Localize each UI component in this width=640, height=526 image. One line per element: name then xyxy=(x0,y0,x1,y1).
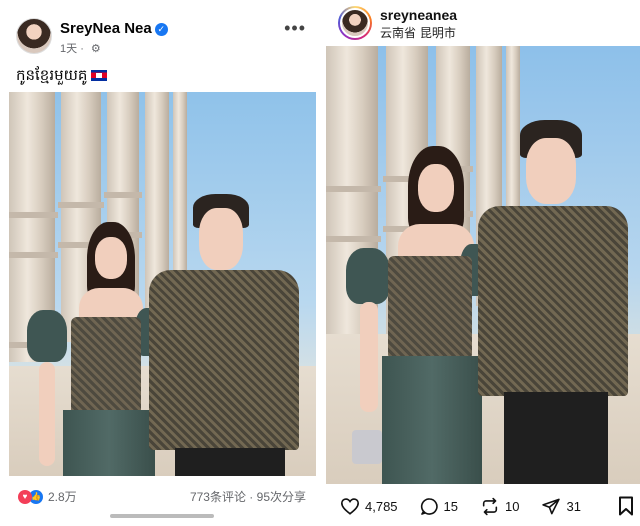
post-photo[interactable] xyxy=(326,46,640,484)
author-name[interactable]: SreyNea Nea ✓ xyxy=(60,20,168,37)
man-face xyxy=(199,208,243,270)
post-caption: កូនខ្មែរមួយគូ xyxy=(16,66,108,88)
man-shirt xyxy=(149,270,299,450)
repost-icon xyxy=(482,497,498,515)
woman-face xyxy=(95,237,127,279)
comment-bubble-icon xyxy=(420,497,438,515)
post-location[interactable]: 云南省 昆明市 xyxy=(380,24,456,41)
woman-face xyxy=(418,164,454,212)
facebook-post: SreyNea Nea ✓ 1天 · ⚙ ••• កូនខ្មែរមួយគូ ♥… xyxy=(0,0,322,526)
like-button[interactable]: 4,785 xyxy=(340,497,398,515)
woman-arm xyxy=(39,362,55,466)
post-time[interactable]: 1天 xyxy=(60,43,77,55)
post-header: SreyNea Nea ✓ 1天 · ⚙ ••• xyxy=(16,14,308,58)
reactions-summary[interactable]: ♥ 👍 2.8万 xyxy=(18,488,77,505)
stone-column xyxy=(173,92,187,297)
cambodia-flag-icon xyxy=(91,70,108,81)
share-button[interactable]: 31 xyxy=(541,497,581,516)
man-pants xyxy=(175,448,285,476)
man-face xyxy=(526,138,576,204)
author-avatar[interactable] xyxy=(338,6,372,40)
post-actions-bar: 4,785 15 10 31 xyxy=(340,494,636,518)
author-username[interactable]: sreyneanea xyxy=(380,7,457,23)
reposts-count: 10 xyxy=(505,498,520,514)
handbag xyxy=(352,430,382,464)
woman-sleeve xyxy=(346,248,390,304)
post-photo[interactable] xyxy=(9,92,316,476)
post-meta: 1天 · ⚙ xyxy=(60,43,101,55)
bookmark-icon xyxy=(619,496,633,516)
instagram-post: sreyneanea 云南省 昆明市 4,785 15 10 31 xyxy=(326,0,640,526)
send-icon xyxy=(542,498,561,514)
comments-shares-count[interactable]: 773条评论 · 95次分享 xyxy=(190,488,306,505)
woman-skirt xyxy=(382,356,482,484)
more-options-icon[interactable]: ••• xyxy=(284,18,306,39)
woman-top xyxy=(388,256,472,360)
save-button[interactable] xyxy=(618,496,634,519)
author-name-text[interactable]: SreyNea Nea xyxy=(60,20,152,37)
man-shirt xyxy=(478,206,628,396)
comments-count: 15 xyxy=(443,498,459,514)
verified-badge-icon: ✓ xyxy=(154,23,168,36)
love-reaction-icon: ♥ xyxy=(18,489,32,504)
home-indicator xyxy=(110,514,214,518)
likes-count: 4,785 xyxy=(365,498,398,514)
author-avatar[interactable] xyxy=(16,18,52,54)
repost-button[interactable]: 10 xyxy=(480,497,519,516)
comment-button[interactable]: 15 xyxy=(420,497,458,516)
woman-top xyxy=(71,317,141,415)
gear-icon: ⚙ xyxy=(90,43,101,55)
shares-count: 31 xyxy=(566,498,581,514)
man-pants xyxy=(504,392,608,484)
caption-text: កូនខ្មែរមួយគូ xyxy=(16,66,88,84)
woman-skirt xyxy=(63,410,155,476)
heart-icon xyxy=(340,498,360,515)
woman-arm xyxy=(360,302,378,412)
reactions-count: 2.8万 xyxy=(48,490,77,504)
woman-sleeve xyxy=(27,310,67,362)
